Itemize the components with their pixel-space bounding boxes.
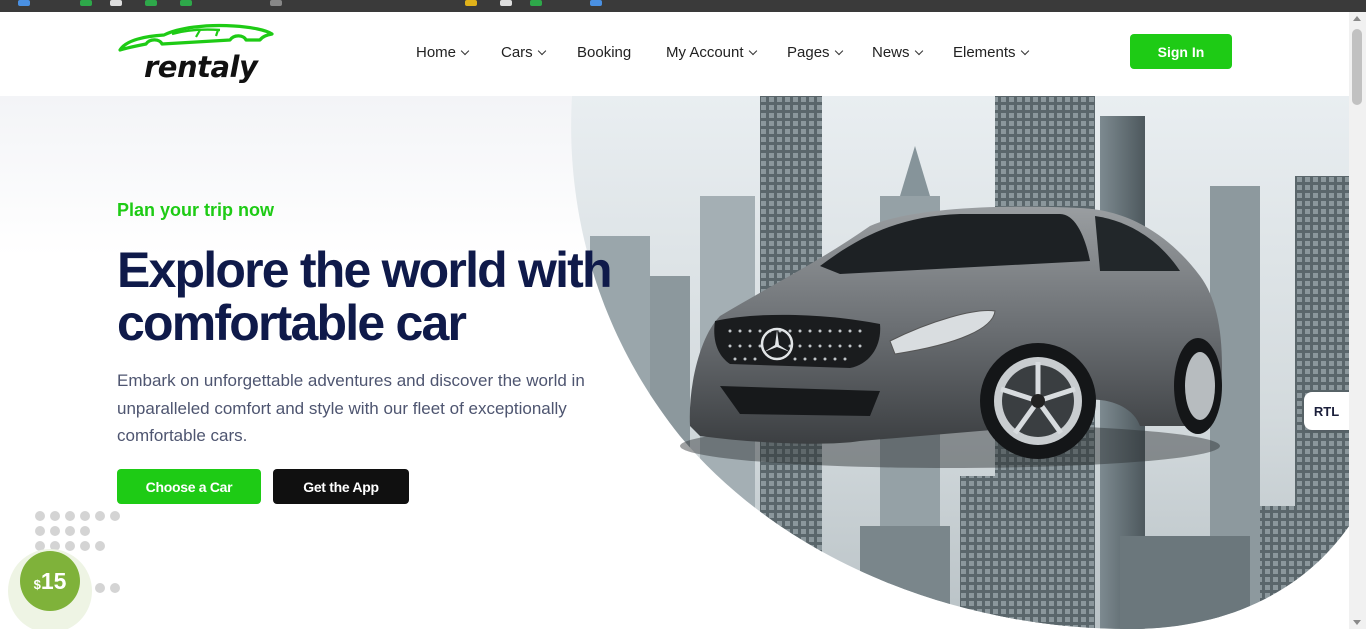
logo-wordmark: rentaly [144,50,258,84]
nav-item-label: Pages [787,44,830,61]
nav-item-label: Elements [953,44,1016,61]
chevron-down-icon [748,46,757,55]
sign-in-button[interactable]: Sign In [1130,34,1232,69]
scrollbar-thumb[interactable] [1352,29,1362,105]
nav-item-label: Cars [501,44,533,61]
hero-headline: Explore the world with comfortable car [117,242,613,351]
nav-item-label: News [872,44,910,61]
nav-item-home[interactable]: Home [416,44,470,61]
price-badge[interactable]: $15 [8,549,92,629]
nav-item-label: Home [416,44,457,61]
page-scrollbar[interactable] [1349,12,1366,629]
chevron-down-icon [834,46,843,55]
hero-description: Embark on unforgettable adventures and d… [117,371,585,445]
nav-item-cars[interactable]: Cars [501,44,546,61]
nav-item-my-account[interactable]: My Account [666,44,757,61]
scroll-down-arrow-icon[interactable] [1353,620,1361,625]
nav-item-news[interactable]: News [872,44,923,61]
chevron-down-icon [1020,46,1029,55]
hero-car-image [571,96,1349,629]
site-header: rentaly Home Cars Booking My Account Pag… [0,12,1349,96]
nav-item-pages[interactable]: Pages [787,44,843,61]
get-app-button[interactable]: Get the App [273,469,409,504]
hero-section: Plan your trip now Explore the world wit… [0,96,1349,629]
chevron-down-icon [460,46,470,55]
choose-car-button[interactable]: Choose a Car [117,469,261,504]
rtl-toggle-button[interactable]: RTL [1304,392,1349,430]
nav-item-booking[interactable]: Booking [577,44,631,61]
chevron-down-icon [537,46,546,55]
price-currency: $ [33,576,41,592]
scroll-up-arrow-icon[interactable] [1353,16,1361,21]
chevron-down-icon [914,46,923,55]
price-amount: 15 [40,567,67,594]
nav-item-label: My Account [666,44,744,61]
rentaly-logo[interactable]: rentaly [116,22,276,84]
price-badge-circle: $15 [20,551,80,611]
nav-item-label: Booking [577,44,632,61]
nav-item-elements[interactable]: Elements [953,44,1029,61]
browser-top-strip [0,0,1366,12]
hero-eyebrow: Plan your trip now [117,200,275,220]
